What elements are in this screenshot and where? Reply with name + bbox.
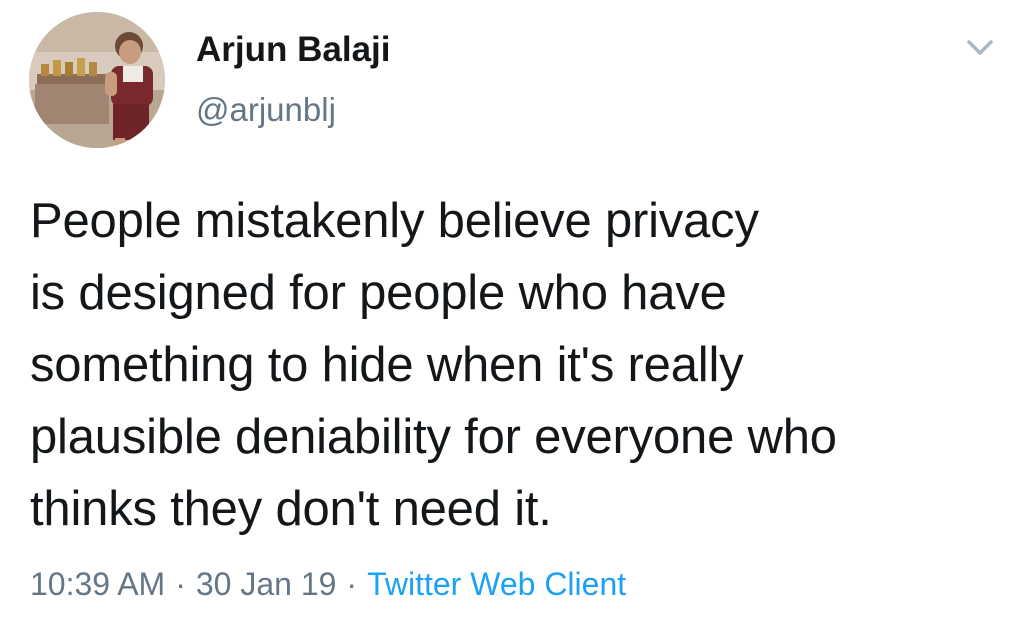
tweet-card: Arjun Balaji @arjunblj People mistakenly… — [0, 0, 1024, 621]
meta-separator: · — [346, 566, 358, 602]
tweet-text: People mistakenly believe privacy is des… — [30, 194, 837, 536]
source-client-link[interactable]: Twitter Web Client — [367, 566, 626, 602]
avatar[interactable] — [29, 12, 165, 148]
tweet-time[interactable]: 10:39 AM — [30, 566, 165, 602]
meta-separator: · — [175, 566, 186, 602]
tweet-date[interactable]: 30 Jan 19 — [196, 566, 337, 602]
avatar-photo — [29, 12, 165, 148]
username-handle[interactable]: @arjunblj — [196, 90, 336, 130]
tweet-metadata: 10:39 AM · 30 Jan 19 · Twitter Web Client — [30, 562, 626, 606]
display-name[interactable]: Arjun Balaji — [196, 30, 390, 70]
chevron-down-icon[interactable] — [962, 30, 998, 66]
